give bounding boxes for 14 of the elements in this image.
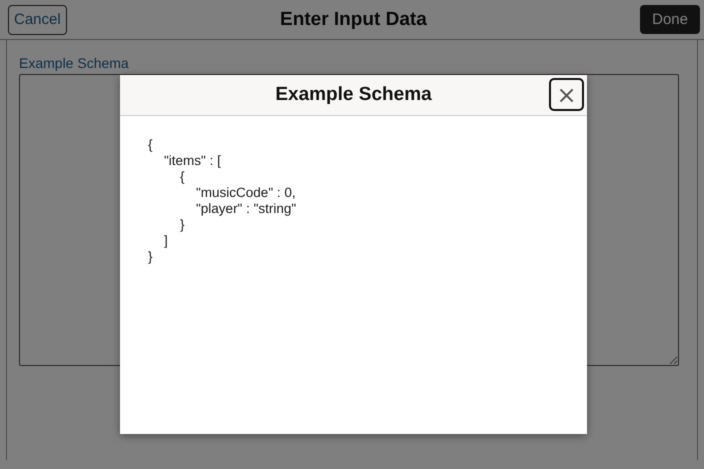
page-title: Enter Input Data bbox=[280, 8, 427, 30]
close-button[interactable]: × bbox=[549, 78, 584, 111]
done-button[interactable]: Done bbox=[640, 5, 700, 34]
code-line: } bbox=[148, 249, 153, 265]
code-line: { bbox=[180, 169, 185, 185]
code-line: "musicCode" : 0, bbox=[196, 185, 296, 201]
modal-title: Example Schema bbox=[275, 84, 432, 106]
field-label: Example Schema bbox=[19, 55, 130, 71]
code-line: "player" : "string" bbox=[196, 201, 296, 217]
code-line: ] bbox=[164, 233, 168, 249]
code-line: "items" : [ bbox=[164, 153, 221, 169]
code-line: { bbox=[148, 137, 153, 153]
code-line: } bbox=[180, 217, 185, 233]
cancel-button[interactable]: Cancel bbox=[8, 4, 67, 34]
